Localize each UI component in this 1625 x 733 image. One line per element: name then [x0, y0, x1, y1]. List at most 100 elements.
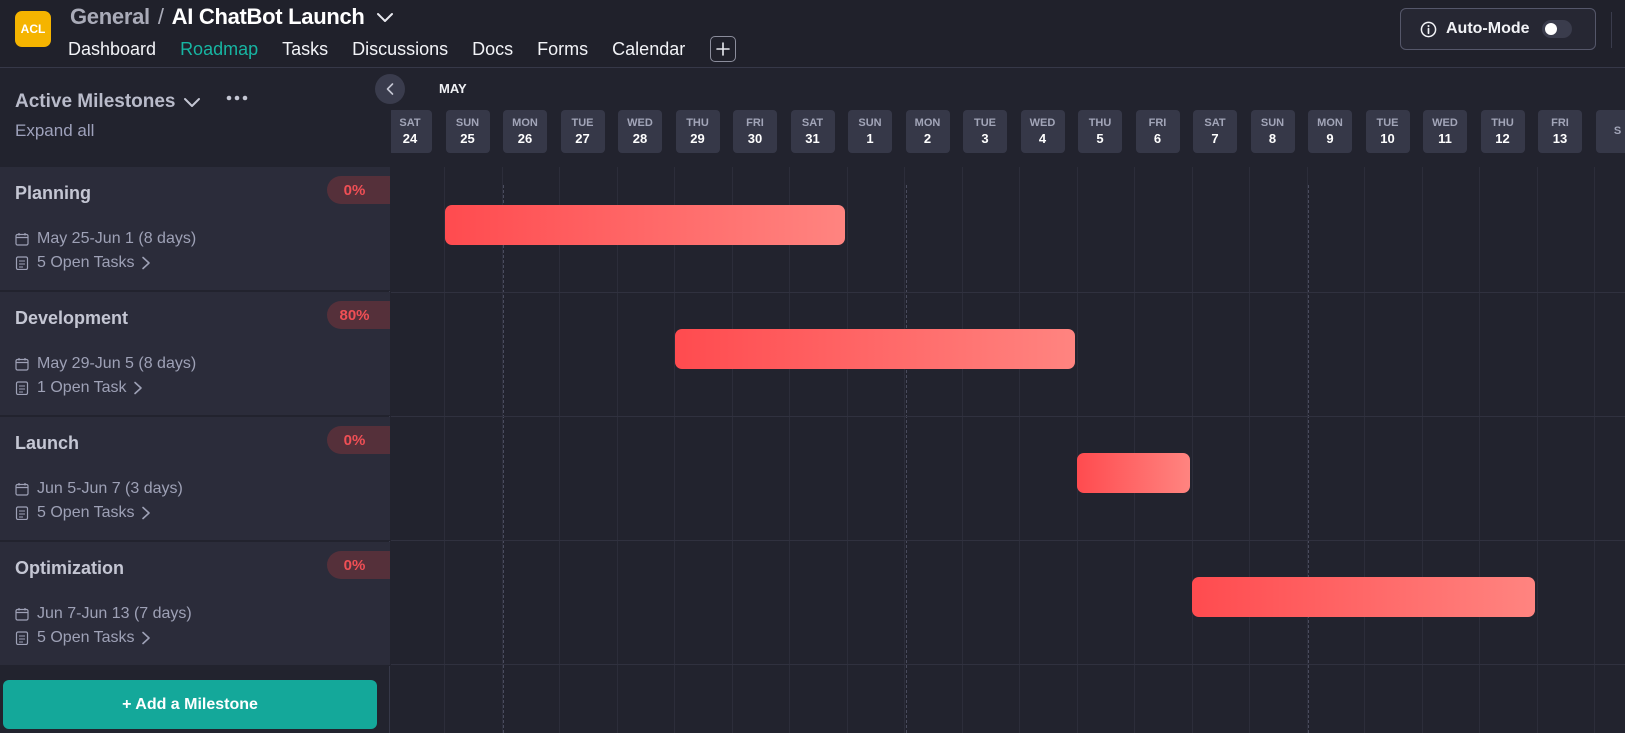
day-number: 28 — [632, 131, 648, 146]
sidebar-title: Active Milestones — [15, 91, 176, 112]
milestone-name: Launch — [15, 433, 80, 453]
open-tasks-link[interactable]: 5 Open Tasks — [15, 254, 151, 272]
auto-mode-label: Auto-Mode — [1446, 20, 1530, 37]
day-header: S — [1595, 110, 1625, 153]
day-of-week: TUE — [1376, 117, 1399, 129]
workspace-logo[interactable]: ACL — [15, 11, 51, 47]
milestone-name: Planning — [15, 183, 91, 203]
dates-text: Jun 5-Jun 7 (3 days) — [37, 480, 183, 497]
tab-forms[interactable]: Forms — [537, 39, 588, 60]
grid-column-line — [1479, 167, 1480, 733]
grid-row-line — [391, 416, 1625, 417]
day-header: TUE 10 — [1365, 110, 1410, 153]
day-number: 30 — [747, 131, 763, 146]
day-of-week: SAT — [1204, 117, 1226, 129]
grid-column-line — [1019, 167, 1020, 733]
day-number: 4 — [1038, 131, 1047, 146]
milestone-item-optimization[interactable]: Optimization 0% Jun 7-Jun 13 (7 days) 5 … — [0, 542, 390, 666]
roadmap-timeline[interactable]: MAY SAT 24 SUN 25 MON 26 TUE 27 WED 28 THU 29 FRI 30 S… — [391, 69, 1625, 733]
open-tasks-link[interactable]: 5 Open Tasks — [15, 629, 151, 647]
day-of-week: SAT — [801, 117, 824, 129]
calendar-icon — [15, 608, 29, 621]
grid-column-line — [961, 167, 963, 733]
tasks-text: 5 Open Tasks — [37, 504, 135, 521]
milestone-bar-optimization[interactable] — [1192, 577, 1535, 617]
open-tasks-link[interactable]: 5 Open Tasks — [15, 504, 151, 522]
day-of-week: SUN — [858, 117, 882, 129]
grid-column-line — [1134, 167, 1135, 733]
add-tab-button[interactable] — [710, 36, 737, 62]
milestone-dates: Jun 5-Jun 7 (3 days) — [15, 480, 183, 498]
grid-column-line — [731, 167, 733, 733]
grid-column-line — [559, 167, 560, 733]
day-number: 11 — [1438, 131, 1452, 146]
chevron-down-icon[interactable] — [375, 7, 395, 27]
dates-text: May 29-Jun 5 (8 days) — [37, 355, 197, 372]
grid-column-line — [1249, 167, 1250, 733]
task-list-icon — [15, 506, 29, 520]
day-header: SAT 24 — [391, 110, 432, 153]
calendar-icon — [15, 358, 29, 371]
day-header: THU 5 — [1078, 110, 1122, 153]
day-number: 1 — [866, 131, 874, 146]
progress-badge: 0% — [327, 551, 390, 579]
day-header: SAT 7 — [1193, 110, 1237, 153]
grid-row-line — [391, 540, 1625, 541]
open-tasks-link[interactable]: 1 Open Task — [15, 379, 143, 397]
collapse-sidebar-button[interactable] — [375, 74, 405, 104]
grid-column-line — [616, 167, 618, 733]
tab-tasks[interactable]: Tasks — [282, 39, 328, 60]
day-number: 12 — [1495, 131, 1510, 146]
day-of-week: WED — [627, 117, 653, 129]
progress-badge: 0% — [327, 426, 390, 454]
milestone-item-development[interactable]: Development 80% May 29-Jun 5 (8 days) 1 … — [0, 292, 390, 416]
breadcrumb-project[interactable]: AI ChatBot Launch — [172, 4, 365, 30]
milestone-bar-planning[interactable] — [444, 205, 845, 245]
day-header: FRI 30 — [733, 110, 777, 153]
day-header: THU 12 — [1480, 110, 1525, 153]
grid-column-line — [1364, 167, 1365, 733]
day-header: SUN 25 — [445, 110, 490, 153]
dates-text: Jun 7-Jun 13 (7 days) — [37, 605, 192, 622]
day-number: 13 — [1552, 131, 1568, 146]
day-header: TUE 27 — [560, 110, 605, 153]
toggle-knob — [1544, 23, 1557, 35]
grid-row-line — [391, 292, 1625, 293]
tasks-text: 5 Open Tasks — [37, 629, 135, 646]
timeline-grid — [391, 167, 1625, 733]
day-header: THU 29 — [675, 110, 720, 153]
breadcrumb-workspace[interactable]: General — [70, 4, 150, 30]
day-number: 9 — [1326, 131, 1334, 146]
auto-mode-button[interactable]: Auto-Mode — [1400, 8, 1596, 50]
day-header: WED 4 — [1020, 110, 1065, 153]
expand-all-link[interactable]: Expand all — [15, 121, 94, 141]
auto-mode-toggle[interactable] — [1541, 20, 1572, 38]
tab-discussions[interactable]: Discussions — [352, 39, 448, 60]
info-icon — [1420, 21, 1437, 37]
add-milestone-button[interactable]: + Add a Milestone — [3, 680, 377, 729]
chevron-right-icon — [141, 256, 150, 270]
milestone-name: Development — [15, 308, 129, 328]
day-of-week: FRI — [1551, 117, 1569, 129]
day-number: 5 — [1096, 131, 1104, 146]
top-bar: ACL General / AI ChatBot Launch Dashboar… — [0, 0, 1625, 68]
milestone-bar-launch[interactable] — [1077, 453, 1190, 493]
milestone-dates: Jun 7-Jun 13 (7 days) — [15, 605, 192, 623]
milestone-filter-dropdown[interactable]: Active Milestones — [15, 91, 202, 113]
milestone-item-launch[interactable]: Launch 0% Jun 5-Jun 7 (3 days) 5 Open Ta… — [0, 417, 390, 541]
milestone-item-planning[interactable]: Planning 0% May 25-Jun 1 (8 days) 5 Open… — [0, 167, 390, 291]
milestone-name: Optimization — [15, 558, 124, 578]
more-options-icon[interactable] — [226, 93, 248, 103]
tab-docs[interactable]: Docs — [472, 39, 513, 60]
week-separator-line — [905, 185, 907, 733]
grid-column-line — [1191, 167, 1193, 733]
tab-roadmap[interactable]: Roadmap — [180, 39, 258, 60]
day-number: 31 — [805, 131, 820, 146]
grid-column-line — [846, 167, 848, 733]
tab-calendar[interactable]: Calendar — [612, 39, 685, 60]
tab-dashboard[interactable]: Dashboard — [68, 39, 156, 60]
day-header: WED 11 — [1423, 110, 1467, 153]
day-header: MON 9 — [1308, 110, 1352, 153]
milestone-bar-development[interactable] — [674, 329, 1075, 369]
tasks-text: 5 Open Tasks — [37, 254, 135, 271]
